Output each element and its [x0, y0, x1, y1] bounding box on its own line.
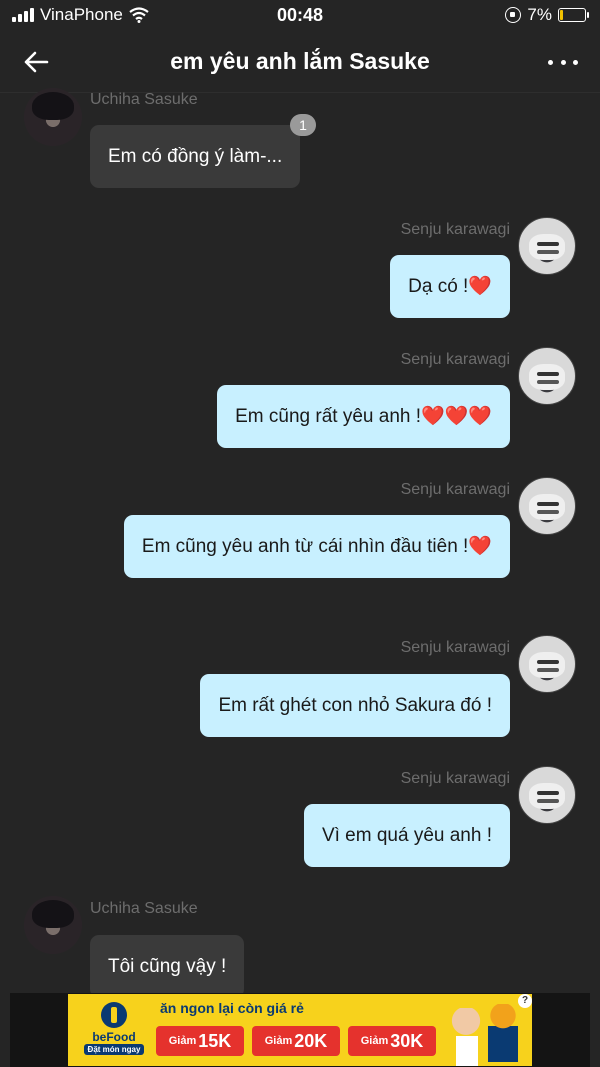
- status-bar: VinaPhone 00:48 7%: [0, 0, 600, 32]
- message-bubble-incoming[interactable]: Em có đồng ý làm-...: [90, 125, 301, 188]
- battery-percent: 7%: [527, 5, 552, 24]
- avatar[interactable]: [518, 635, 576, 693]
- message-bubble-outgoing[interactable]: Em rất ghét con nhỏ Sakura đó !: [200, 674, 510, 737]
- avatar[interactable]: [518, 347, 576, 405]
- message-text: Em rất ghét con nhỏ Sakura đó !: [218, 694, 492, 716]
- sender-name: Senju karawagi: [400, 639, 510, 656]
- message-text: Dạ có !: [408, 275, 469, 297]
- heart-emoji: ❤️: [468, 535, 492, 557]
- unread-count-badge: 1: [290, 114, 316, 136]
- message-text: Vì em quá yêu anh !: [321, 824, 492, 846]
- coupon-amount: 15K: [198, 1030, 232, 1051]
- message-list[interactable]: Uchiha Sasuke Em có đồng ý làm-... 1 Sen…: [0, 88, 600, 998]
- order-now-button[interactable]: Đặt món ngay: [83, 1044, 145, 1055]
- heart-emoji: ❤️❤️❤️: [421, 405, 492, 427]
- sender-name: Uchiha Sasuke: [90, 900, 198, 917]
- ad-headline: ăn ngon lại còn giá rẻ: [160, 1000, 304, 1016]
- avatar[interactable]: [518, 477, 576, 535]
- sender-name: Uchiha Sasuke: [90, 91, 198, 108]
- coupon[interactable]: Giảm 15K: [156, 1026, 244, 1056]
- avatar[interactable]: [24, 88, 82, 146]
- avatar[interactable]: [518, 217, 576, 275]
- arrow-left-icon: [24, 51, 49, 73]
- sender-name: Senju karawagi: [400, 481, 510, 498]
- back-button[interactable]: [20, 46, 52, 78]
- message-bubble-outgoing[interactable]: Em cũng yêu anh từ cái nhìn đầu tiên ! ❤️: [123, 515, 510, 578]
- sender-name: Senju karawagi: [400, 221, 510, 238]
- coupon[interactable]: Giảm 20K: [252, 1026, 340, 1056]
- coupon-amount: 30K: [390, 1030, 424, 1051]
- message-text: Em cũng yêu anh từ cái nhìn đầu tiên !: [141, 535, 469, 557]
- sender-name: Senju karawagi: [400, 351, 510, 368]
- message-text: Em có đồng ý làm-...: [108, 145, 283, 167]
- message-text: Em cũng rất yêu anh !: [235, 405, 422, 427]
- befood-logo: beFood Đặt món ngay: [74, 1002, 154, 1060]
- status-right: 7%: [505, 5, 589, 25]
- ad-courier-illustration: [480, 1004, 526, 1062]
- coupon-label: Giảm: [168, 1035, 197, 1047]
- chat-header: em yêu anh lắm Sasuke: [0, 32, 600, 93]
- coupon-amount: 20K: [294, 1030, 328, 1051]
- heart-emoji: ❤️: [468, 275, 492, 297]
- ad-brand: beFood: [92, 1030, 136, 1044]
- ad-banner[interactable]: beFood Đặt món ngay ăn ngon lại còn giá …: [68, 994, 532, 1066]
- battery-icon: [558, 8, 589, 22]
- coupon[interactable]: Giảm 30K: [348, 1026, 436, 1056]
- message-text: Tôi cũng vậy !: [108, 955, 227, 977]
- avatar[interactable]: [518, 766, 576, 824]
- message-bubble-outgoing[interactable]: Em cũng rất yêu anh ! ❤️❤️❤️: [217, 385, 510, 448]
- chat-title: em yêu anh lắm Sasuke: [170, 48, 430, 74]
- ad-info-icon[interactable]: ?: [518, 994, 532, 1008]
- sender-name: Senju karawagi: [400, 770, 510, 787]
- fork-knife-icon: [101, 1002, 127, 1028]
- more-options-button[interactable]: [548, 48, 578, 76]
- message-bubble-outgoing[interactable]: Dạ có ! ❤️: [390, 255, 510, 318]
- coupon-label: Giảm: [360, 1035, 389, 1047]
- avatar[interactable]: [24, 896, 82, 954]
- message-bubble-outgoing[interactable]: Vì em quá yêu anh !: [303, 804, 510, 867]
- orientation-lock-icon: [505, 7, 522, 23]
- coupon-label: Giảm: [264, 1035, 293, 1047]
- message-bubble-incoming[interactable]: Tôi cũng vậy !: [90, 935, 245, 998]
